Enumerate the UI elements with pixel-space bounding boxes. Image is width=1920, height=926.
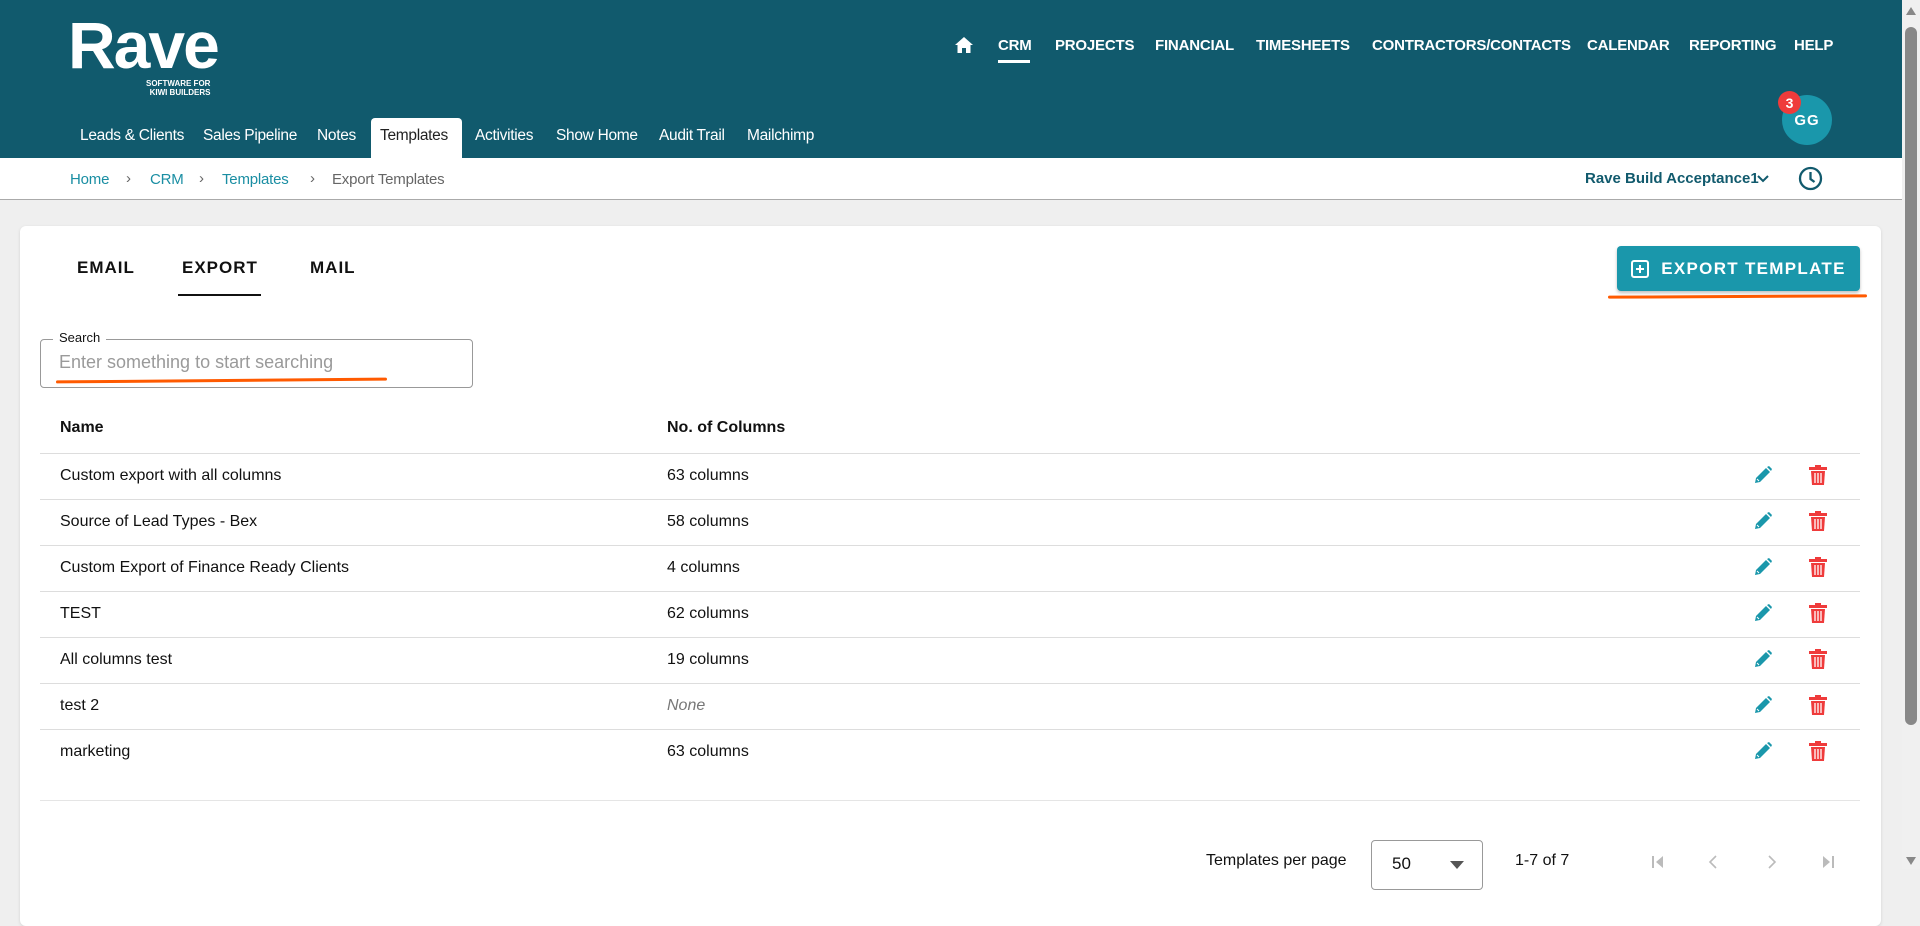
nav-timesheets[interactable]: TIMESHEETS [1256,37,1350,54]
home-icon[interactable] [955,37,973,53]
subnav-leads-clients[interactable]: Leads & Clients [80,127,184,145]
template-name: Source of Lead Types - Bex [60,513,258,530]
scroll-down-icon[interactable] [1905,856,1917,866]
per-page-label: Templates per page [1206,852,1347,869]
caret-down-icon [1450,861,1464,869]
delete-trash-icon[interactable] [1809,741,1827,766]
column-count: 58 columns [667,513,749,530]
breadcrumb-separator: › [310,170,315,187]
table-footer-divider [40,800,1860,801]
nav-active-indicator [998,60,1030,63]
breadcrumb-crm[interactable]: CRM [150,171,184,188]
subnav-activities[interactable]: Activities [475,127,533,145]
table-row[interactable]: Custom export with all columns 63 column… [40,453,1860,499]
column-count: 19 columns [667,651,749,668]
edit-pencil-icon[interactable] [1753,649,1773,674]
table-row[interactable]: Custom Export of Finance Ready Clients 4… [40,545,1860,591]
nav-help[interactable]: HELP [1794,37,1833,54]
subnav-sales-pipeline[interactable]: Sales Pipeline [203,127,297,145]
subnav-mailchimp[interactable]: Mailchimp [747,127,814,145]
tab-export[interactable]: EXPORT [182,258,258,278]
nav-reporting[interactable]: REPORTING [1689,37,1777,54]
breadcrumb-current: Export Templates [332,171,445,188]
template-name: Custom Export of Finance Ready Clients [60,559,350,576]
column-count: None [667,697,706,714]
table-row[interactable]: All columns test 19 columns [40,637,1860,683]
first-page-icon[interactable] [1651,855,1665,869]
scrollbar-thumb[interactable] [1905,27,1917,725]
tagline-line-2: KIWI BUILDERS [149,88,211,97]
subnav-notes[interactable]: Notes [317,127,356,145]
edit-pencil-icon[interactable] [1753,695,1773,720]
logo[interactable]: Rave [68,10,220,80]
last-page-icon[interactable] [1821,855,1835,869]
previous-page-icon[interactable] [1706,855,1720,869]
per-page-select[interactable]: 50 [1371,840,1483,890]
delete-trash-icon[interactable] [1809,695,1827,720]
logo-tagline: SOFTWARE FOR KIWI BUILDERS [146,79,210,97]
search-input[interactable] [59,352,459,373]
tagline-line-1: SOFTWARE FOR [146,79,211,88]
subnav-templates[interactable]: Templates [380,127,448,145]
breadcrumb-templates[interactable]: Templates [222,171,289,188]
template-name: Custom export with all columns [60,467,282,484]
subnav-audit-trail[interactable]: Audit Trail [659,127,725,145]
tab-active-indicator [178,294,261,296]
edit-pencil-icon[interactable] [1753,511,1773,536]
add-box-icon [1631,259,1650,278]
breadcrumb-separator: › [199,170,204,187]
breadcrumb-separator: › [126,170,131,187]
nav-calendar[interactable]: CALENDAR [1587,37,1670,54]
table-row[interactable]: test 2 None [40,683,1860,729]
nav-contractors-contacts[interactable]: CONTRACTORS/CONTACTS [1372,37,1571,54]
template-name: marketing [60,743,131,760]
delete-trash-icon[interactable] [1809,603,1827,628]
delete-trash-icon[interactable] [1809,465,1827,490]
per-page-value: 50 [1392,854,1411,873]
nav-financial[interactable]: FINANCIAL [1155,37,1234,54]
table-row[interactable]: TEST 62 columns [40,591,1860,637]
delete-trash-icon[interactable] [1809,649,1827,674]
delete-trash-icon[interactable] [1809,511,1827,536]
next-page-icon[interactable] [1765,855,1779,869]
clock-icon[interactable] [1798,166,1823,191]
chevron-down-icon[interactable] [1756,174,1770,184]
column-header-name[interactable]: Name [60,419,104,437]
column-header-columns[interactable]: No. of Columns [667,419,785,437]
edit-pencil-icon[interactable] [1753,465,1773,490]
company-selector[interactable]: Rave Build Acceptance1 [1585,170,1759,187]
subnav-show-home[interactable]: Show Home [556,127,638,145]
pagination-range: 1-7 of 7 [1515,852,1570,869]
column-count: 62 columns [667,605,749,622]
scroll-up-icon[interactable] [1905,6,1917,16]
template-name: test 2 [60,697,100,714]
edit-pencil-icon[interactable] [1753,557,1773,582]
export-template-label: EXPORT TEMPLATE [1661,258,1846,278]
column-count: 63 columns [667,467,749,484]
template-name: All columns test [60,651,173,668]
delete-trash-icon[interactable] [1809,557,1827,582]
nav-projects[interactable]: PROJECTS [1055,37,1134,54]
column-count: 4 columns [667,559,740,576]
export-template-button[interactable]: EXPORT TEMPLATE [1617,246,1860,291]
tab-email[interactable]: EMAIL [77,258,135,278]
breadcrumb-home[interactable]: Home [70,171,109,188]
edit-pencil-icon[interactable] [1753,741,1773,766]
search-label: Search [53,330,107,345]
nav-crm[interactable]: CRM [998,37,1032,54]
table-row[interactable]: marketing 63 columns [40,729,1860,775]
column-count: 63 columns [667,743,749,760]
notification-badge[interactable]: 3 [1778,91,1801,114]
table-row[interactable]: Source of Lead Types - Bex 58 columns [40,499,1860,545]
tab-mail[interactable]: MAIL [310,258,356,278]
template-name: TEST [60,605,101,622]
edit-pencil-icon[interactable] [1753,603,1773,628]
